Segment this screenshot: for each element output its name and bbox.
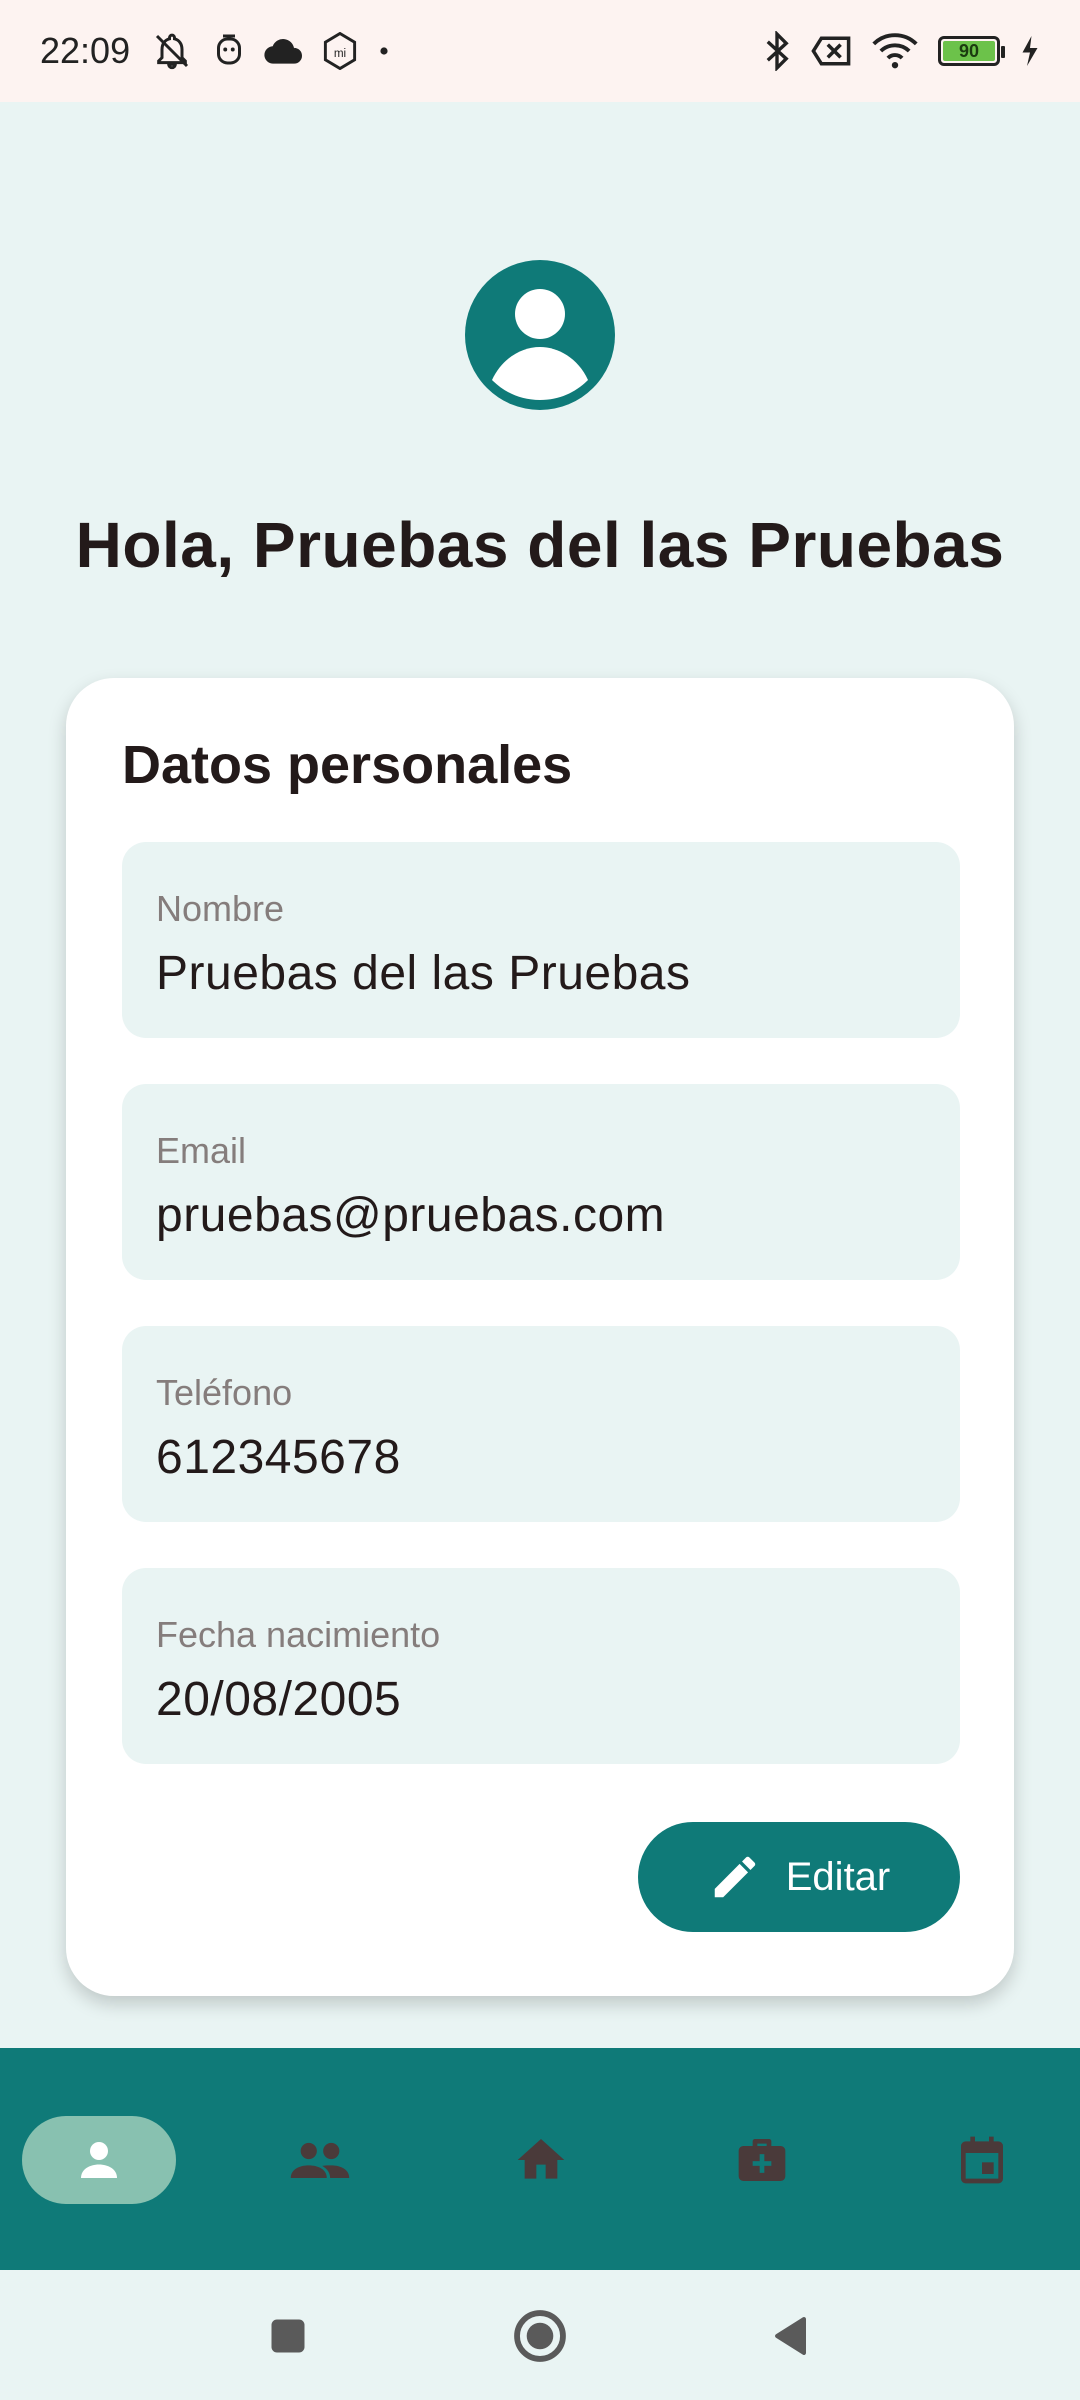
group-icon [288, 2133, 352, 2187]
no-sim-icon [810, 35, 852, 67]
status-bar: 22:09 mi 90 [0, 0, 1080, 102]
square-icon [266, 2314, 310, 2358]
person-icon [72, 2133, 126, 2187]
battery-level: 90 [943, 41, 995, 61]
home-icon [513, 2132, 569, 2188]
pencil-icon [708, 1850, 762, 1904]
bluetooth-icon [764, 31, 790, 71]
dot-icon [378, 45, 390, 57]
field-label: Teléfono [156, 1372, 293, 1413]
status-bar-right: 90 [764, 31, 1040, 71]
home-nav-button[interactable] [510, 2306, 570, 2366]
svg-text:mi: mi [334, 47, 346, 60]
nav-item-calendar[interactable] [905, 2116, 1059, 2204]
face-icon [214, 33, 244, 69]
circle-icon [511, 2307, 569, 2365]
field-value: pruebas@pruebas.com [156, 1189, 666, 1242]
back-triangle-icon [768, 2312, 816, 2360]
status-time: 22:09 [40, 30, 131, 71]
edit-button[interactable]: Editar [638, 1822, 960, 1932]
bell-off-icon [150, 31, 194, 71]
nav-item-medical[interactable] [685, 2116, 839, 2204]
status-bar-left: 22:09 mi [40, 30, 390, 72]
profile-avatar-icon [465, 260, 615, 410]
calendar-icon [954, 2132, 1010, 2188]
back-button[interactable] [762, 2306, 822, 2366]
field-nombre: Nombre Pruebas del las Pruebas [122, 842, 960, 1038]
field-label: Nombre [156, 888, 285, 929]
system-navigation-bar [0, 2270, 1080, 2400]
field-value: 20/08/2005 [156, 1673, 402, 1726]
mi-icon: mi [322, 32, 358, 70]
charging-icon [1020, 36, 1040, 66]
battery-icon: 90 [938, 36, 1005, 66]
field-label: Fecha nacimiento [156, 1614, 441, 1655]
wifi-icon [872, 33, 918, 69]
recents-button[interactable] [258, 2306, 318, 2366]
card-title: Datos personales [122, 735, 573, 795]
field-label: Email [156, 1130, 247, 1171]
field-telefono: Teléfono 612345678 [122, 1326, 960, 1522]
nav-item-group[interactable] [243, 2116, 397, 2204]
nav-item-home[interactable] [464, 2116, 618, 2204]
field-value: Pruebas del las Pruebas [156, 947, 691, 1000]
edit-button-label: Editar [785, 1854, 891, 1899]
field-fecha-nacimiento: Fecha nacimiento 20/08/2005 [122, 1568, 960, 1764]
personal-data-card: Datos personales Nombre Pruebas del las … [66, 678, 1014, 1996]
field-email: Email pruebas@pruebas.com [122, 1084, 960, 1280]
page-title: Hola, Pruebas del las Pruebas [75, 509, 1005, 581]
nav-item-profile[interactable] [22, 2116, 176, 2204]
cloud-icon [264, 36, 303, 66]
medical-bag-icon [734, 2132, 790, 2188]
field-value: 612345678 [156, 1431, 401, 1484]
bottom-navigation [0, 2048, 1080, 2270]
